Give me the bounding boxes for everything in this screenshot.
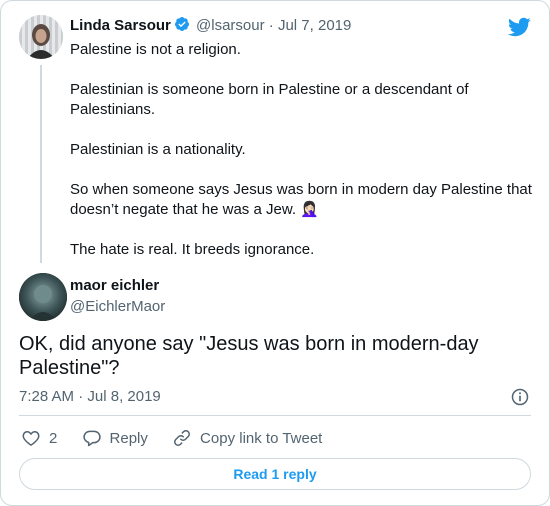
tweet-actions: 2 Reply Copy link to Tweet <box>21 428 342 452</box>
main-author-handle[interactable]: @EichlerMaor <box>70 298 165 315</box>
meta-separator: · <box>78 388 84 405</box>
reply-icon <box>82 430 101 447</box>
main-author-name[interactable]: maor eichler <box>70 277 159 294</box>
parent-tweet-text: Palestine is not a religion. Palestinian… <box>70 40 540 280</box>
avatar-maor-eichler[interactable] <box>19 273 67 321</box>
parent-author-handle[interactable]: @lsarsour <box>196 17 265 34</box>
parent-tweet-date[interactable]: Jul 7, 2019 <box>278 17 351 34</box>
tweet-date: Jul 8, 2019 <box>87 388 161 405</box>
parent-paragraph: Palestinian is a nationality. <box>70 141 246 158</box>
parent-paragraph: So when someone says Jesus was born in m… <box>70 181 532 218</box>
parent-tweet-header: Linda Sarsour @lsarsour · Jul 7, 2019 <box>70 16 351 34</box>
tweet-time: 7:28 AM <box>19 388 75 405</box>
thread-connector-line <box>40 65 42 263</box>
main-tweet-text: OK, did anyone say "Jesus was born in mo… <box>19 333 479 379</box>
parent-author-name[interactable]: Linda Sarsour <box>70 17 171 34</box>
reply-label: Reply <box>109 429 148 447</box>
copy-link-label: Copy link to Tweet <box>200 429 323 447</box>
parent-paragraph: The hate is real. It breeds ignorance. <box>70 241 315 258</box>
parent-paragraph: Palestine is not a religion. <box>70 41 241 58</box>
read-replies-button[interactable]: Read 1 reply <box>19 458 531 490</box>
heart-icon <box>22 431 40 446</box>
link-icon <box>174 430 191 446</box>
avatar-linda-sarsour[interactable] <box>19 15 63 59</box>
twitter-bird-icon[interactable] <box>507 15 531 39</box>
verified-badge-icon <box>174 17 189 31</box>
reply-button[interactable]: Reply <box>82 428 148 448</box>
like-count: 2 <box>49 429 58 447</box>
main-tweet-timestamp[interactable]: 7:28 AM · Jul 8, 2019 <box>19 388 161 405</box>
parent-paragraph: Palestinian is someone born in Palestine… <box>70 81 469 118</box>
like-button[interactable]: 2 <box>21 428 57 448</box>
embedded-tweet-card: Linda Sarsour @lsarsour · Jul 7, 2019 Pa… <box>0 0 550 506</box>
info-icon[interactable] <box>510 387 530 407</box>
copy-link-button[interactable]: Copy link to Tweet <box>172 428 322 448</box>
meta-separator: · <box>268 17 274 34</box>
divider <box>19 415 531 416</box>
